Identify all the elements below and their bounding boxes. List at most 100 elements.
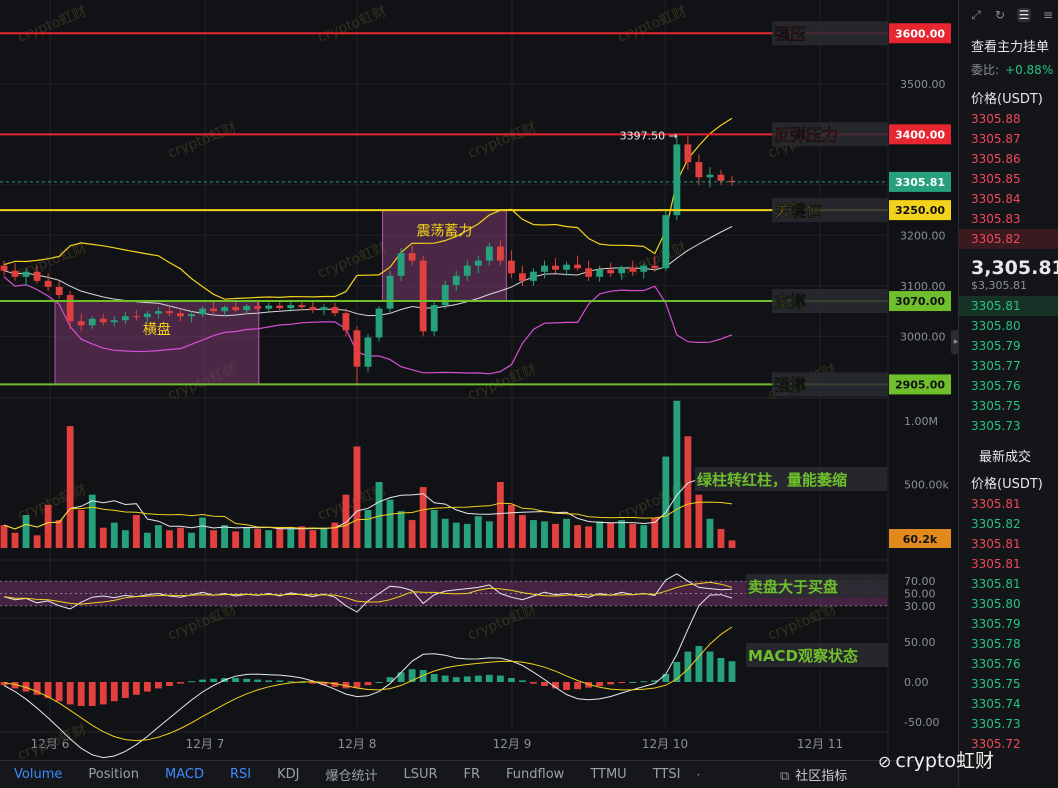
tab-fundflow[interactable]: Fundflow — [506, 767, 564, 782]
volume-bar — [177, 527, 184, 548]
tab-爆仓统计[interactable]: 爆仓统计 — [325, 765, 377, 784]
trade-row[interactable]: 3305.81 — [959, 494, 1058, 514]
macd-histogram-bar — [353, 682, 361, 688]
macd-annotation: MACD观察状态 — [748, 647, 858, 665]
high-price-marker: 3397.50 → — [620, 130, 678, 143]
bid-row[interactable]: 3305.76 — [959, 376, 1058, 396]
volume-bar — [530, 520, 537, 548]
macd-histogram-bar — [110, 682, 118, 702]
candle-body — [651, 265, 659, 269]
macd-histogram-bar — [276, 680, 284, 682]
refresh-icon[interactable]: ↻ — [993, 8, 1007, 22]
ask-row[interactable]: 3305.86 — [959, 149, 1058, 169]
tab-ttmu[interactable]: TTMU — [590, 767, 626, 782]
tab-lsur[interactable]: LSUR — [403, 767, 437, 782]
volume-bar — [485, 521, 493, 548]
trade-row[interactable]: 3305.81 — [959, 574, 1058, 594]
ask-row[interactable]: 3305.88 — [959, 109, 1058, 129]
ask-row[interactable]: 3305.84 — [959, 189, 1058, 209]
level-price-label: 2905.00 — [895, 378, 945, 391]
candle-body — [474, 260, 482, 266]
candle-body — [563, 264, 570, 270]
macd-tick-label: 50.00 — [904, 636, 936, 649]
candle-body — [419, 260, 427, 332]
candle-body — [618, 267, 626, 274]
candle-body — [640, 265, 648, 272]
trade-row[interactable]: 3305.73 — [959, 714, 1058, 734]
candle-body — [430, 305, 438, 332]
trade-row[interactable]: 3305.76 — [959, 654, 1058, 674]
trade-row[interactable]: 3305.80 — [959, 594, 1058, 614]
trade-row[interactable]: 3305.79 — [959, 614, 1058, 634]
volume-bar — [618, 520, 626, 548]
candle-body — [0, 265, 8, 271]
bid-list: 3305.81 3305.80 3305.79 3305.77 3305.76 3305.… — [959, 296, 1058, 436]
more-tabs[interactable]: · — [696, 768, 700, 782]
community-indicators-button[interactable]: ⧉ 社区指标 — [780, 765, 847, 784]
panel-title[interactable]: 查看主力挂单 — [959, 30, 1058, 55]
expand-icon[interactable]: ⤢ — [969, 8, 983, 22]
ask-row[interactable]: 3305.87 — [959, 129, 1058, 149]
tab-ttsi[interactable]: TTSI — [653, 767, 681, 782]
recent-trades-header[interactable]: 最新成交 — [959, 436, 1058, 471]
candle-body — [463, 265, 471, 276]
macd-histogram-bar — [441, 675, 449, 682]
tab-position[interactable]: Position — [88, 767, 139, 782]
volume-bar — [408, 520, 416, 548]
bid-row[interactable]: 3305.75 — [959, 396, 1058, 416]
volume-bar — [629, 523, 637, 548]
candle-body — [585, 268, 593, 277]
bid-row[interactable]: 3305.79 — [959, 336, 1058, 356]
trade-row[interactable]: 3305.81 — [959, 554, 1058, 574]
orderbook-icon[interactable]: ☰ — [1017, 8, 1031, 22]
macd-histogram-bar — [132, 682, 140, 695]
candle-body — [706, 174, 714, 178]
candle-body — [11, 270, 19, 277]
price-chart[interactable]: 12月 6 12月 7 12月 8 12月 9 12月 10 12月 113000.003… — [0, 0, 958, 760]
ask-row[interactable]: 3305.83 — [959, 209, 1058, 229]
bid-row[interactable]: 3305.73 — [959, 416, 1058, 436]
candle-body — [485, 246, 493, 261]
tab-rsi[interactable]: RSI — [230, 767, 251, 782]
macd-histogram-bar — [717, 658, 725, 682]
community-icon: ⧉ — [780, 769, 790, 784]
macd-tick-label: 0.00 — [904, 676, 929, 689]
candle-body — [386, 275, 394, 309]
trade-row[interactable]: 3305.75 — [959, 674, 1058, 694]
bid-row[interactable]: 3305.77 — [959, 356, 1058, 376]
volume-bar — [110, 522, 118, 548]
tab-volume[interactable]: Volume — [14, 767, 62, 782]
candle-body — [717, 174, 725, 181]
list-icon[interactable]: ≡ — [1041, 8, 1055, 22]
candle-body — [596, 269, 604, 277]
macd-histogram-bar — [563, 682, 570, 690]
tab-fr[interactable]: FR — [464, 767, 481, 782]
trade-row[interactable]: 3305.74 — [959, 694, 1058, 714]
volume-bar — [574, 525, 581, 548]
volume-bar — [309, 530, 317, 548]
ask-row[interactable]: 3305.82 — [959, 229, 1058, 249]
tab-kdj[interactable]: KDJ — [277, 767, 299, 782]
level-price-label: 3070.00 — [895, 295, 945, 308]
candle-body — [496, 246, 504, 261]
tab-macd[interactable]: MACD — [165, 767, 204, 782]
trade-row[interactable]: 3305.82 — [959, 514, 1058, 534]
volume-bar — [386, 499, 394, 548]
volume-bar — [519, 514, 526, 548]
volume-bar — [0, 525, 8, 548]
bid-row[interactable]: 3305.81 — [959, 296, 1058, 316]
candle-body — [66, 294, 74, 322]
volume-bar — [430, 509, 438, 548]
volume-bar — [607, 522, 615, 548]
trade-row[interactable]: 3305.78 — [959, 634, 1058, 654]
panel-toolbar: ⤢ ↻ ☰ ≡ — [959, 0, 1058, 30]
candle-body — [188, 314, 195, 317]
candle-body — [331, 307, 339, 314]
volume-bar — [320, 527, 328, 548]
ask-row[interactable]: 3305.85 — [959, 169, 1058, 189]
bid-row[interactable]: 3305.80 — [959, 316, 1058, 336]
macd-histogram-bar — [143, 682, 151, 692]
trade-row[interactable]: 3305.81 — [959, 534, 1058, 554]
macd-histogram-bar — [574, 682, 581, 690]
volume-bar — [121, 530, 129, 548]
